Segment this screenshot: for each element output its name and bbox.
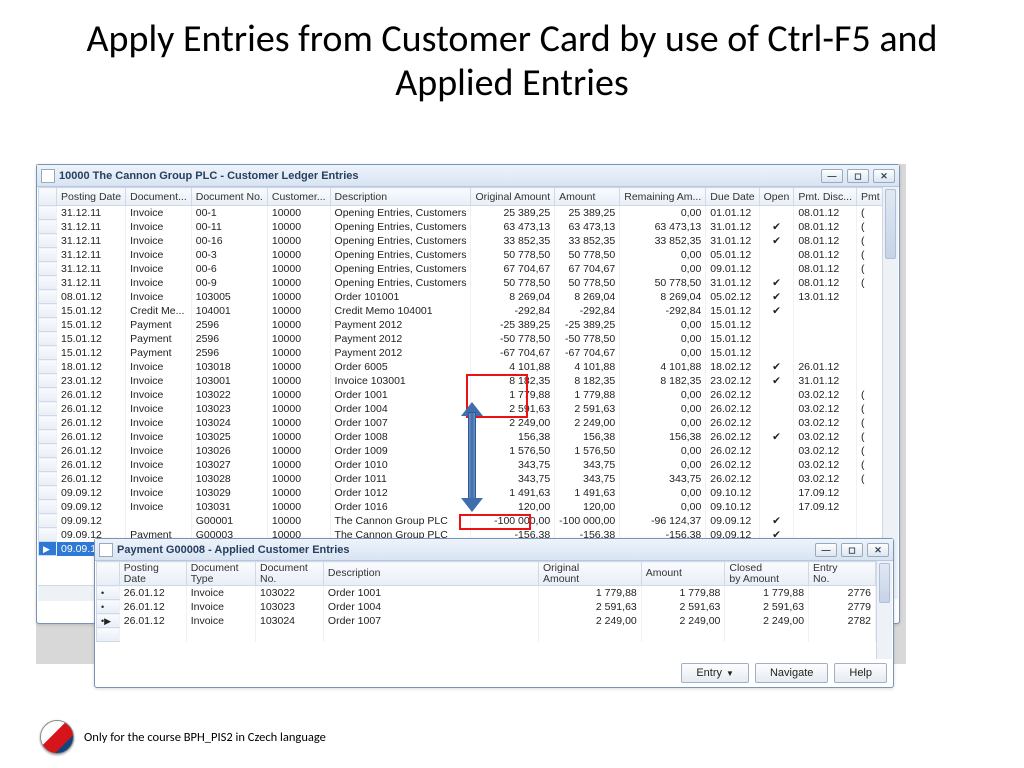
maximize-button[interactable]: ◻ <box>841 543 863 557</box>
table-row[interactable]: 31.12.11Invoice00-610000Opening Entries,… <box>39 262 883 276</box>
table-row[interactable]: 26.01.12Invoice10302410000Order 10072 24… <box>39 416 883 430</box>
table-row[interactable]: 31.12.11Invoice00-1610000Opening Entries… <box>39 234 883 248</box>
window-icon <box>41 169 55 183</box>
minimize-button[interactable]: — <box>821 169 843 183</box>
col-header[interactable]: PostingDate <box>119 562 186 586</box>
col-header[interactable]: Closedby Amount <box>725 562 809 586</box>
window-title-main: 10000 The Cannon Group PLC - Customer Le… <box>59 170 359 182</box>
table-row[interactable]: 09.09.12Invoice10303110000Order 1016120,… <box>39 500 883 514</box>
table-row[interactable]: 23.01.12Invoice10300110000Invoice 103001… <box>39 374 883 388</box>
scrollbar-vertical[interactable] <box>876 561 892 659</box>
table-row[interactable]: 26.01.12Invoice10302310000Order 10042 59… <box>39 402 883 416</box>
table-row[interactable]: •26.01.12Invoice103022Order 10011 779,88… <box>97 586 876 600</box>
table-row[interactable] <box>97 628 876 642</box>
table-row[interactable]: 31.12.11Invoice00-910000Opening Entries,… <box>39 276 883 290</box>
navigate-button[interactable]: Navigate <box>755 663 828 683</box>
titlebar-sub[interactable]: Payment G00008 - Applied Customer Entrie… <box>95 539 893 561</box>
col-header[interactable]: OriginalAmount <box>539 562 642 586</box>
table-row[interactable]: •▶26.01.12Invoice103024Order 10072 249,0… <box>97 614 876 628</box>
table-row[interactable]: 26.01.12Invoice10302610000Order 10091 57… <box>39 444 883 458</box>
col-header[interactable]: Document... <box>126 188 192 206</box>
table-row[interactable]: 08.01.12Invoice10300510000Order 1010018 … <box>39 290 883 304</box>
table-row[interactable]: 31.12.11Invoice00-110000Opening Entries,… <box>39 206 883 220</box>
footer: Only for the course BPH_PIS2 in Czech la… <box>40 720 326 754</box>
window-title-sub: Payment G00008 - Applied Customer Entrie… <box>117 544 350 556</box>
col-header[interactable]: Customer... <box>267 188 330 206</box>
col-header[interactable]: Amount <box>555 188 620 206</box>
help-button[interactable]: Help <box>834 663 887 683</box>
table-row[interactable]: 09.09.12Invoice10302910000Order 10121 49… <box>39 486 883 500</box>
col-header[interactable]: Description <box>330 188 471 206</box>
window-buttons-sub: Entry▼ Navigate Help <box>681 663 887 683</box>
caret-down-icon: ▼ <box>726 669 734 678</box>
table-row[interactable]: 31.12.11Invoice00-310000Opening Entries,… <box>39 248 883 262</box>
col-header[interactable]: Document No. <box>191 188 267 206</box>
slide-title: Apply Entries from Customer Card by use … <box>0 0 1024 113</box>
footnote: Only for the course BPH_PIS2 in Czech la… <box>84 730 326 745</box>
col-header[interactable]: Open <box>759 188 794 206</box>
col-header[interactable]: Remaining Am... <box>620 188 706 206</box>
workspace: 10000 The Cannon Group PLC - Customer Le… <box>36 164 906 664</box>
table-row[interactable]: •26.01.12Invoice103023Order 10042 591,63… <box>97 600 876 614</box>
col-header[interactable]: Original Amount <box>471 188 555 206</box>
ledger-grid[interactable]: Posting DateDocument...Document No.Custo… <box>38 187 882 585</box>
col-header[interactable]: Posting Date <box>57 188 126 206</box>
minimize-button[interactable]: — <box>815 543 837 557</box>
close-button[interactable]: ✕ <box>873 169 895 183</box>
table-row[interactable]: 15.01.12Payment259610000Payment 2012-67 … <box>39 346 883 360</box>
applied-grid[interactable]: PostingDateDocumentTypeDocumentNo.Descri… <box>96 561 876 659</box>
window-icon <box>99 543 113 557</box>
close-button[interactable]: ✕ <box>867 543 889 557</box>
table-row[interactable]: 26.01.12Invoice10302210000Order 10011 77… <box>39 388 883 402</box>
col-header[interactable]: Pmt <box>857 188 883 206</box>
table-row[interactable]: 26.01.12Invoice10302510000Order 1008156,… <box>39 430 883 444</box>
entry-button[interactable]: Entry▼ <box>681 663 749 683</box>
table-row[interactable]: 15.01.12Credit Me...10400110000Credit Me… <box>39 304 883 318</box>
table-row[interactable]: 31.12.11Invoice00-1110000Opening Entries… <box>39 220 883 234</box>
col-header[interactable]: DocumentNo. <box>255 562 323 586</box>
table-row[interactable]: 26.01.12Invoice10302710000Order 1010343,… <box>39 458 883 472</box>
table-row[interactable]: 15.01.12Payment259610000Payment 2012-25 … <box>39 318 883 332</box>
col-header[interactable]: Amount <box>641 562 725 586</box>
col-header[interactable]: DocumentType <box>186 562 255 586</box>
col-header[interactable]: EntryNo. <box>809 562 876 586</box>
window-applied-entries: Payment G00008 - Applied Customer Entrie… <box>94 538 894 688</box>
table-row[interactable]: 15.01.12Payment259610000Payment 2012-50 … <box>39 332 883 346</box>
col-header[interactable]: Description <box>323 562 538 586</box>
table-row[interactable]: 26.01.12Invoice10302810000Order 1011343,… <box>39 472 883 486</box>
table-row[interactable]: 09.09.12G0000110000The Cannon Group PLC-… <box>39 514 883 528</box>
col-header[interactable]: Due Date <box>706 188 759 206</box>
czech-flag-icon <box>40 720 74 754</box>
col-header[interactable]: Pmt. Disc... <box>794 188 857 206</box>
maximize-button[interactable]: ◻ <box>847 169 869 183</box>
titlebar-main[interactable]: 10000 The Cannon Group PLC - Customer Le… <box>37 165 899 187</box>
table-row[interactable]: 18.01.12Invoice10301810000Order 60054 10… <box>39 360 883 374</box>
